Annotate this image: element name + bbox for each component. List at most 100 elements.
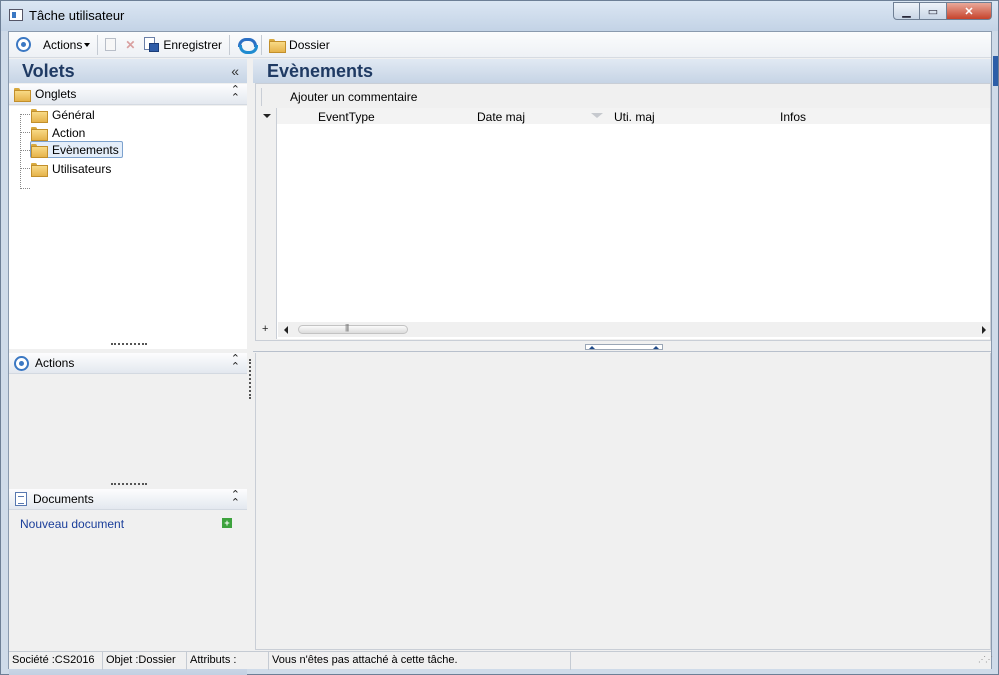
chevron-down-icon [84, 42, 91, 47]
horizontal-splitter-handle[interactable] [585, 344, 663, 350]
add-comment-button[interactable]: Ajouter un commentaire [290, 90, 417, 104]
onglets-tree: Général Action Evènements Utilisateurs [9, 106, 247, 349]
horizontal-divider [253, 351, 991, 352]
open-folder-icon [31, 143, 48, 158]
tree-item-action[interactable]: Action [31, 124, 85, 141]
status-company: Société :CS2016 [9, 652, 103, 670]
main-panel-header: Evènements [253, 59, 991, 83]
main-panel: Evènements Ajouter un commentaire EventT… [253, 59, 991, 650]
toolbar-separator [229, 34, 231, 55]
tree-item-label: Evènements [52, 142, 119, 157]
tree-item-general[interactable]: Général [31, 106, 95, 123]
tree-item-label: Utilisateurs [52, 161, 112, 176]
folder-button[interactable]: Dossier [265, 34, 334, 56]
title-bar[interactable]: Tâche utilisateur ▁ ▭ ✕ [1, 1, 998, 31]
maximize-icon: ▭ [927, 5, 939, 18]
sort-icon [591, 113, 603, 118]
tree-item-evenements[interactable]: Evènements [30, 141, 123, 158]
scrollbar-thumb[interactable] [298, 323, 408, 334]
section-resize-grip[interactable] [111, 483, 147, 485]
client-area: Actions ✕ Enregistrer Dossier Volets « O… [8, 31, 993, 675]
actions-section-header[interactable]: Actions ⌃ ⌃ [9, 353, 247, 374]
status-bar: Société :CS2016 Objet :Dossier Attributs… [9, 651, 993, 670]
chevron-down-icon[interactable] [263, 114, 271, 118]
app-window: Tâche utilisateur ▁ ▭ ✕ Actions ✕ Enregi… [0, 0, 999, 675]
column-header-date-maj[interactable]: Date maj [477, 110, 525, 124]
scroll-left-icon[interactable] [284, 326, 288, 334]
expand-icon[interactable]: + [262, 323, 268, 335]
close-button[interactable]: ✕ [947, 2, 992, 20]
folder-icon [269, 38, 287, 53]
section-resize-grip[interactable] [111, 343, 147, 345]
collapse-section-icon[interactable]: ⌃ ⌃ [231, 85, 240, 104]
side-panel-title: Volets [22, 61, 75, 81]
events-grid[interactable]: EventType Date maj Uti. maj Infos + [256, 108, 990, 339]
new-document-icon [105, 38, 117, 51]
horizontal-scrollbar[interactable]: + [262, 322, 990, 337]
edge-accent [993, 56, 998, 86]
side-panel: Volets « Onglets ⌃ ⌃ Général Action Evèn… [9, 59, 247, 675]
documents-section-body: Nouveau document + [9, 511, 247, 651]
status-message: Vous n'êtes pas attaché à cette tâche. [269, 652, 571, 670]
refresh-icon [237, 36, 259, 54]
close-icon: ✕ [964, 5, 974, 18]
new-document-link[interactable]: Nouveau document [20, 517, 124, 531]
tree-item-label: Général [52, 107, 95, 122]
detail-panel [255, 353, 991, 650]
window-icon [9, 9, 23, 21]
documents-section-header[interactable]: Documents ⌃ ⌃ [9, 489, 247, 510]
folder-icon [31, 108, 48, 123]
add-icon[interactable]: + [222, 518, 232, 528]
folder-label: Dossier [289, 37, 330, 52]
toolbar-separator [97, 34, 99, 55]
collapse-section-icon[interactable]: ⌃ ⌃ [231, 490, 240, 509]
folder-icon [31, 162, 48, 177]
delete-button[interactable]: ✕ [120, 34, 140, 56]
target-icon [16, 37, 31, 52]
actions-menu-label: Actions [43, 37, 83, 52]
collapse-section-icon[interactable]: ⌃ ⌃ [231, 354, 240, 373]
column-header-eventtype[interactable]: EventType [318, 110, 375, 124]
grid-header: EventType Date maj Uti. maj Infos [256, 108, 990, 125]
scroll-right-icon[interactable] [982, 326, 986, 334]
actions-section-label: Actions [35, 356, 75, 370]
tree-item-utilisateurs[interactable]: Utilisateurs [31, 160, 111, 177]
status-object: Objet :Dossier [103, 652, 187, 670]
onglets-section-header[interactable]: Onglets ⌃ ⌃ [9, 84, 247, 105]
target-button[interactable] [12, 34, 35, 56]
column-header-uti-maj[interactable]: Uti. maj [614, 110, 655, 124]
toolbar-separator [261, 34, 263, 55]
row-header [256, 108, 277, 339]
window-controls: ▁ ▭ ✕ [893, 2, 992, 20]
side-panel-header: Volets « [9, 59, 247, 83]
window-title: Tâche utilisateur [29, 8, 125, 23]
folder-icon [31, 126, 48, 141]
grid-toolbar: Ajouter un commentaire [261, 88, 417, 106]
actions-section-body [9, 375, 247, 485]
page-title: Evènements [267, 61, 374, 81]
new-button[interactable] [101, 34, 120, 56]
tree-item-label: Action [52, 125, 86, 140]
column-header-infos[interactable]: Infos [780, 110, 806, 124]
status-empty [571, 652, 989, 670]
minimize-icon: ▁ [902, 5, 911, 18]
document-icon [15, 492, 27, 506]
maximize-button[interactable]: ▭ [920, 2, 947, 20]
target-icon [14, 355, 29, 371]
save-label: Enregistrer [163, 37, 223, 52]
status-attributes: Attributs : [187, 652, 269, 670]
minimize-button[interactable]: ▁ [893, 2, 920, 20]
tree-connector [20, 114, 21, 189]
events-grid-container: Ajouter un commentaire EventType Date ma… [255, 83, 991, 341]
actions-menu-button[interactable]: Actions [35, 34, 94, 56]
refresh-button[interactable] [233, 34, 259, 56]
documents-section-label: Documents [33, 492, 94, 506]
resize-grip-icon[interactable]: ⋰⋰ [978, 656, 993, 667]
delete-icon: ✕ [125, 37, 136, 52]
toolbar: Actions ✕ Enregistrer Dossier [9, 32, 991, 58]
collapse-panel-icon[interactable]: « [231, 63, 239, 79]
save-button[interactable]: Enregistrer [140, 34, 226, 56]
save-icon [144, 37, 160, 52]
splitter-grip [249, 359, 251, 399]
onglets-label: Onglets [35, 87, 77, 101]
